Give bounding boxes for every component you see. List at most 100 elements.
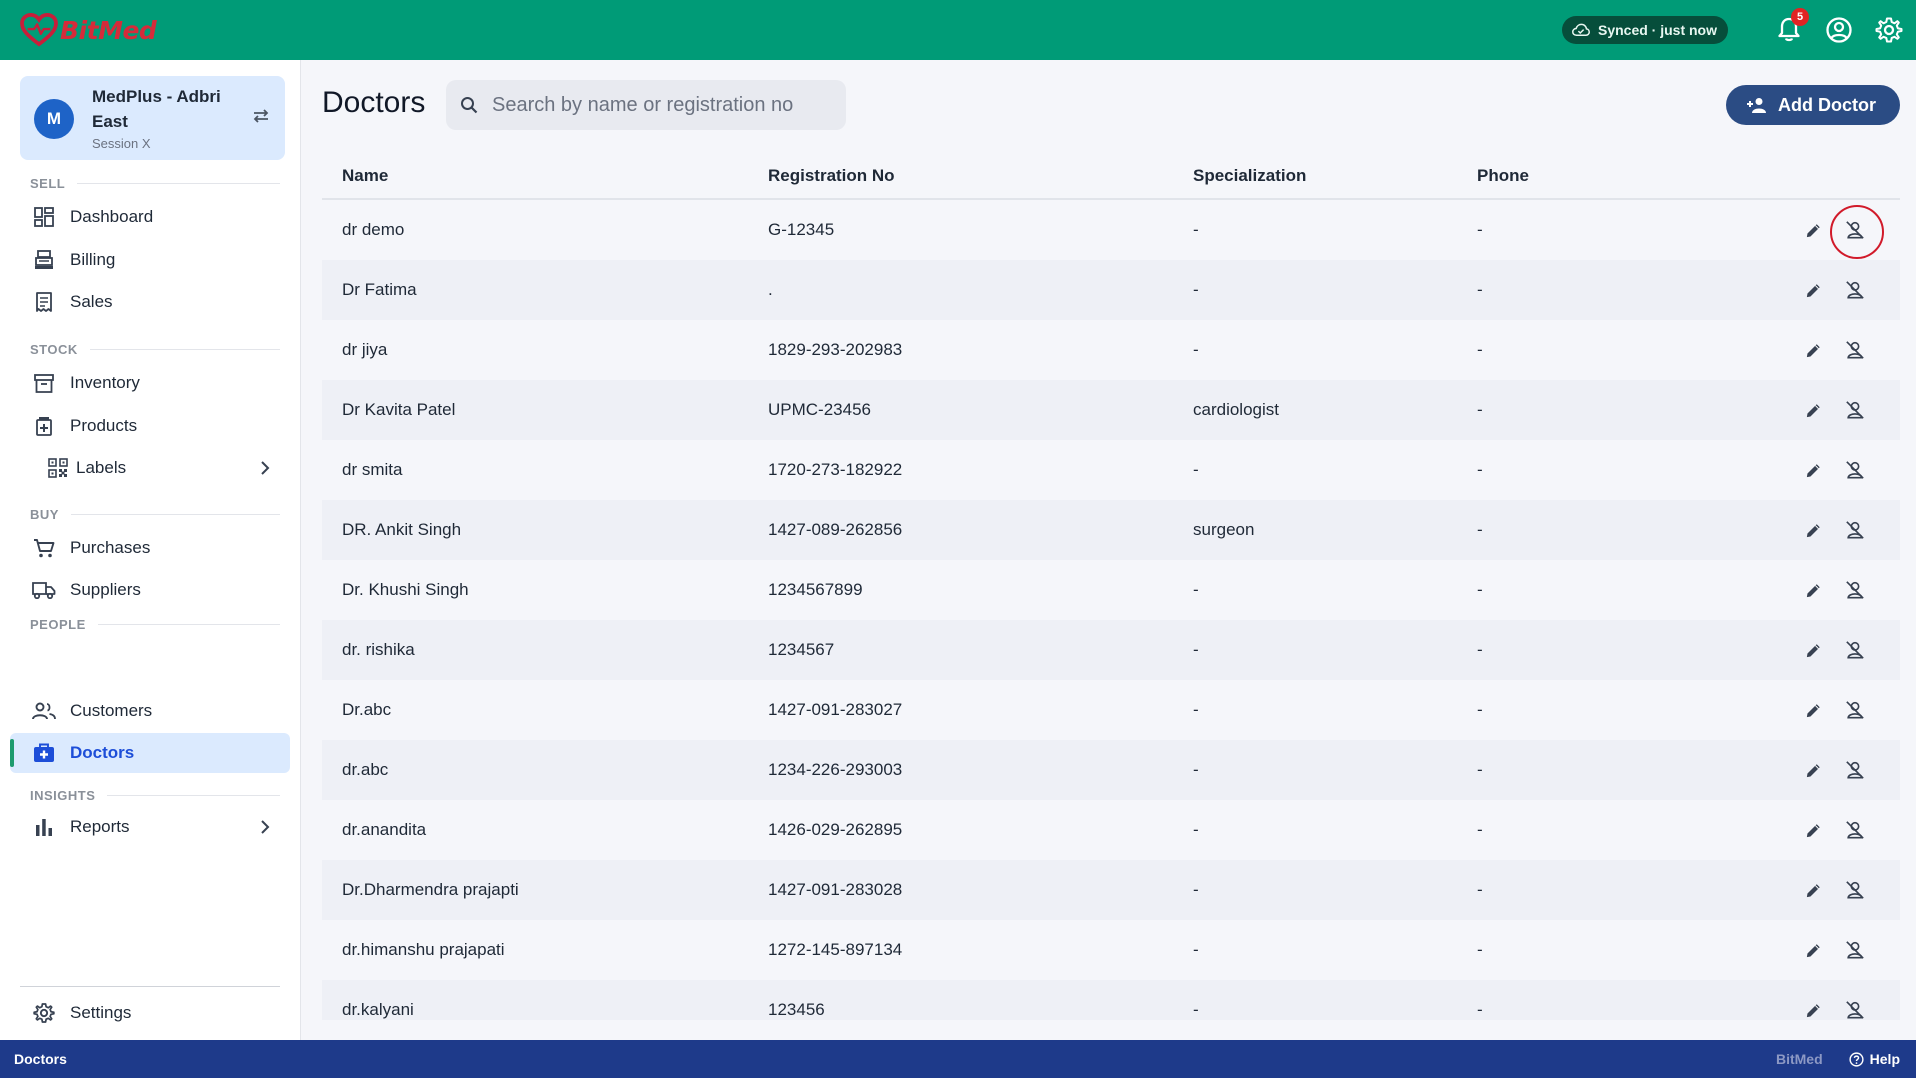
sidebar-item-billing[interactable]: Billing — [10, 240, 290, 280]
doctor-registration-no: 1427-089-262856 — [768, 520, 903, 539]
sidebar-item-inventory[interactable]: Inventory — [10, 363, 290, 403]
sidebar-item-dashboard[interactable]: Dashboard — [10, 197, 290, 237]
table-row[interactable]: Dr Kavita Patel UPMC-23456 cardiologist - — [322, 380, 1900, 440]
edit-doctor-button[interactable] — [1800, 337, 1826, 363]
swap-arrows-icon[interactable] — [251, 108, 271, 124]
sidebar-item-label: Customers — [70, 701, 153, 720]
settings-button[interactable] — [1874, 15, 1904, 45]
account-button[interactable] — [1824, 15, 1854, 45]
sidebar-item-customers[interactable]: Customers — [10, 691, 290, 731]
pencil-icon — [1805, 762, 1822, 779]
sync-status-text: Synced · just now — [1597, 22, 1717, 38]
edit-doctor-button[interactable] — [1800, 877, 1826, 903]
edit-doctor-button[interactable] — [1800, 637, 1826, 663]
table-row[interactable]: dr jiya 1829-293-202983 - - — [322, 320, 1900, 380]
edit-doctor-button[interactable] — [1800, 217, 1826, 243]
add-doctor-button[interactable]: Add Doctor — [1726, 85, 1900, 125]
section-label-people: PEOPLE — [30, 617, 280, 632]
column-header-phone[interactable]: Phone — [1477, 166, 1529, 186]
column-header-name[interactable]: Name — [342, 166, 388, 186]
table-row[interactable]: DR. Ankit Singh 1427-089-262856 surgeon - — [322, 500, 1900, 560]
edit-doctor-button[interactable] — [1800, 697, 1826, 723]
doctor-phone: - — [1477, 520, 1483, 539]
table-row[interactable]: Dr. Khushi Singh 1234567899 - - — [322, 560, 1900, 620]
sidebar-item-doctors[interactable]: Doctors — [10, 733, 290, 773]
doctor-specialization: - — [1193, 580, 1199, 599]
deactivate-doctor-button[interactable] — [1842, 337, 1868, 363]
sidebar-item-labels[interactable]: Labels — [10, 448, 290, 488]
sidebar-item-suppliers[interactable]: Suppliers — [10, 570, 290, 610]
doctor-registration-no: 1426-029-262895 — [768, 820, 903, 839]
deactivate-doctor-button[interactable] — [1842, 637, 1868, 663]
search-box[interactable] — [446, 80, 846, 130]
sidebar-item-purchases[interactable]: Purchases — [10, 528, 290, 568]
table-row[interactable]: dr.himanshu prajapati 1272-145-897134 - - — [322, 920, 1900, 980]
table-row[interactable]: Dr.abc 1427-091-283027 - - — [322, 680, 1900, 740]
table-row[interactable]: dr demo G-12345 - - — [322, 200, 1900, 260]
deactivate-doctor-button[interactable] — [1842, 457, 1868, 483]
table-row[interactable]: dr.anandita 1426-029-262895 - - — [322, 800, 1900, 860]
edit-doctor-button[interactable] — [1800, 277, 1826, 303]
gear-icon — [1875, 17, 1903, 43]
deactivate-doctor-button[interactable] — [1842, 757, 1868, 783]
sync-status-chip[interactable]: Synced · just now — [1561, 16, 1728, 44]
page-title: Doctors — [322, 86, 426, 119]
sidebar-item-label: Reports — [70, 817, 130, 836]
deactivate-doctor-button[interactable] — [1842, 397, 1868, 423]
column-header-registration[interactable]: Registration No — [768, 166, 895, 186]
edit-doctor-button[interactable] — [1800, 457, 1826, 483]
edit-doctor-button[interactable] — [1800, 937, 1826, 963]
sidebar-item-sales[interactable]: Sales — [10, 282, 290, 322]
deactivate-doctor-button[interactable] — [1842, 997, 1868, 1020]
billing-icon — [35, 250, 53, 269]
table-row[interactable]: dr.abc 1234-226-293003 - - — [322, 740, 1900, 800]
edit-doctor-button[interactable] — [1800, 397, 1826, 423]
sidebar-item-products[interactable]: Products — [10, 406, 290, 446]
deactivate-doctor-button[interactable] — [1842, 877, 1868, 903]
sidebar: M MedPlus - Adbri East Session X SELL Da… — [0, 60, 301, 1040]
table-row[interactable]: dr.kalyani 123456 - - — [322, 980, 1900, 1020]
pencil-icon — [1805, 1002, 1822, 1019]
app-logo[interactable]: BitMed — [20, 0, 157, 60]
deactivate-doctor-button[interactable] — [1830, 205, 1884, 259]
store-session: Session X — [92, 136, 151, 151]
edit-doctor-button[interactable] — [1800, 517, 1826, 543]
edit-doctor-button[interactable] — [1800, 577, 1826, 603]
edit-doctor-button[interactable] — [1800, 817, 1826, 843]
doctor-name: dr smita — [342, 460, 403, 479]
table-row[interactable]: dr smita 1720-273-182922 - - — [322, 440, 1900, 500]
doctor-name: dr.abc — [342, 760, 389, 779]
status-bar-page: Doctors — [14, 1051, 67, 1067]
table-row[interactable]: Dr.Dharmendra prajapti 1427-091-283028 - - — [322, 860, 1900, 920]
sidebar-item-label: Sales — [70, 292, 113, 311]
edit-doctor-button[interactable] — [1800, 757, 1826, 783]
edit-doctor-button[interactable] — [1800, 997, 1826, 1020]
status-bar-brand: BitMed — [1775, 1051, 1823, 1067]
doctor-specialization: - — [1193, 820, 1199, 839]
doctor-phone: - — [1477, 820, 1483, 839]
store-switcher-card[interactable]: M MedPlus - Adbri East Session X — [20, 76, 285, 160]
deactivate-doctor-button[interactable] — [1842, 937, 1868, 963]
doctor-phone: - — [1477, 640, 1483, 659]
notifications-button[interactable]: 5 — [1774, 8, 1809, 45]
doctor-registration-no: . — [768, 280, 773, 299]
sidebar-item-reports[interactable]: Reports — [10, 807, 290, 847]
table-row[interactable]: dr. rishika 1234567 - - — [322, 620, 1900, 680]
doctor-phone: - — [1477, 580, 1483, 599]
person-off-icon — [1845, 760, 1865, 780]
help-label: Help — [1869, 1051, 1900, 1067]
deactivate-doctor-button[interactable] — [1842, 277, 1868, 303]
doctor-phone: - — [1477, 400, 1483, 419]
deactivate-doctor-button[interactable] — [1842, 697, 1868, 723]
deactivate-doctor-button[interactable] — [1842, 817, 1868, 843]
deactivate-doctor-button[interactable] — [1842, 577, 1868, 603]
pencil-icon — [1805, 462, 1822, 479]
deactivate-doctor-button[interactable] — [1842, 517, 1868, 543]
doctor-registration-no: 123456 — [768, 1000, 825, 1019]
search-input[interactable] — [492, 93, 822, 117]
column-header-specialization[interactable]: Specialization — [1193, 166, 1306, 186]
table-row[interactable]: Dr Fatima. - - — [322, 260, 1900, 320]
top-app-bar: BitMed Synced · just now 5 — [0, 0, 1916, 60]
help-link[interactable]: Help — [1849, 1051, 1900, 1067]
sidebar-item-settings[interactable]: Settings — [10, 993, 290, 1033]
